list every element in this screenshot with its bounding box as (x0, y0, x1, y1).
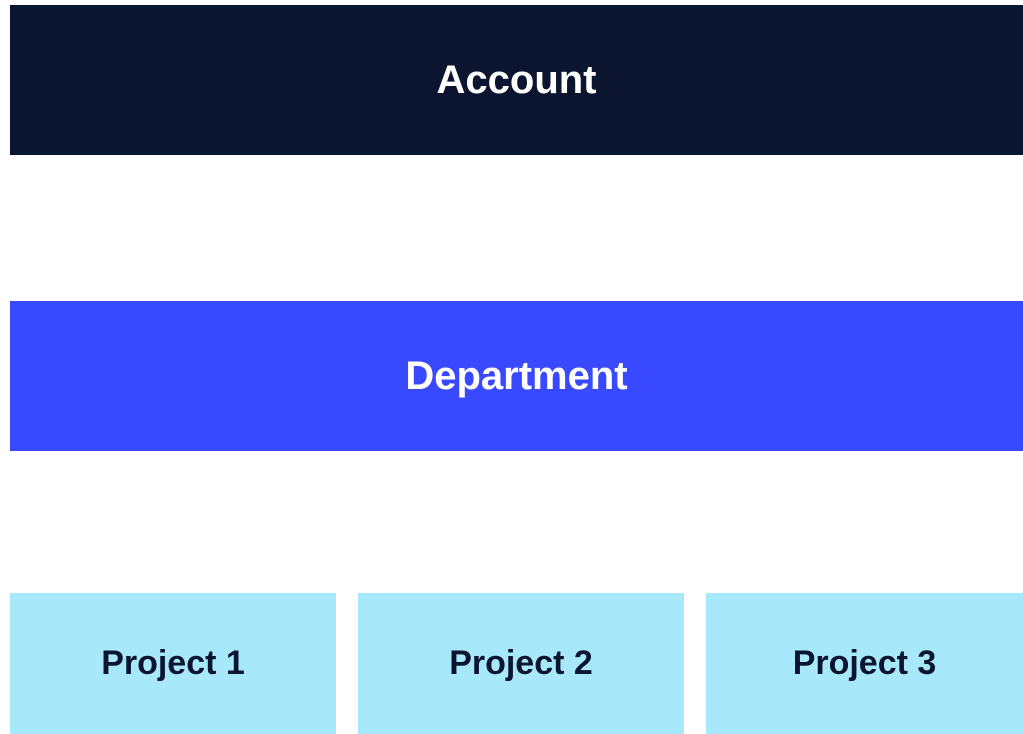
department-label: Department (405, 353, 628, 398)
account-box: Account (10, 5, 1023, 155)
project-box-2: Project 2 (358, 593, 684, 734)
project-label-1: Project 1 (101, 644, 245, 682)
department-box: Department (10, 301, 1023, 451)
project-box-3: Project 3 (706, 593, 1023, 734)
project-label-2: Project 2 (449, 644, 593, 682)
project-box-1: Project 1 (10, 593, 336, 734)
account-label: Account (436, 57, 597, 102)
project-label-3: Project 3 (792, 644, 937, 682)
